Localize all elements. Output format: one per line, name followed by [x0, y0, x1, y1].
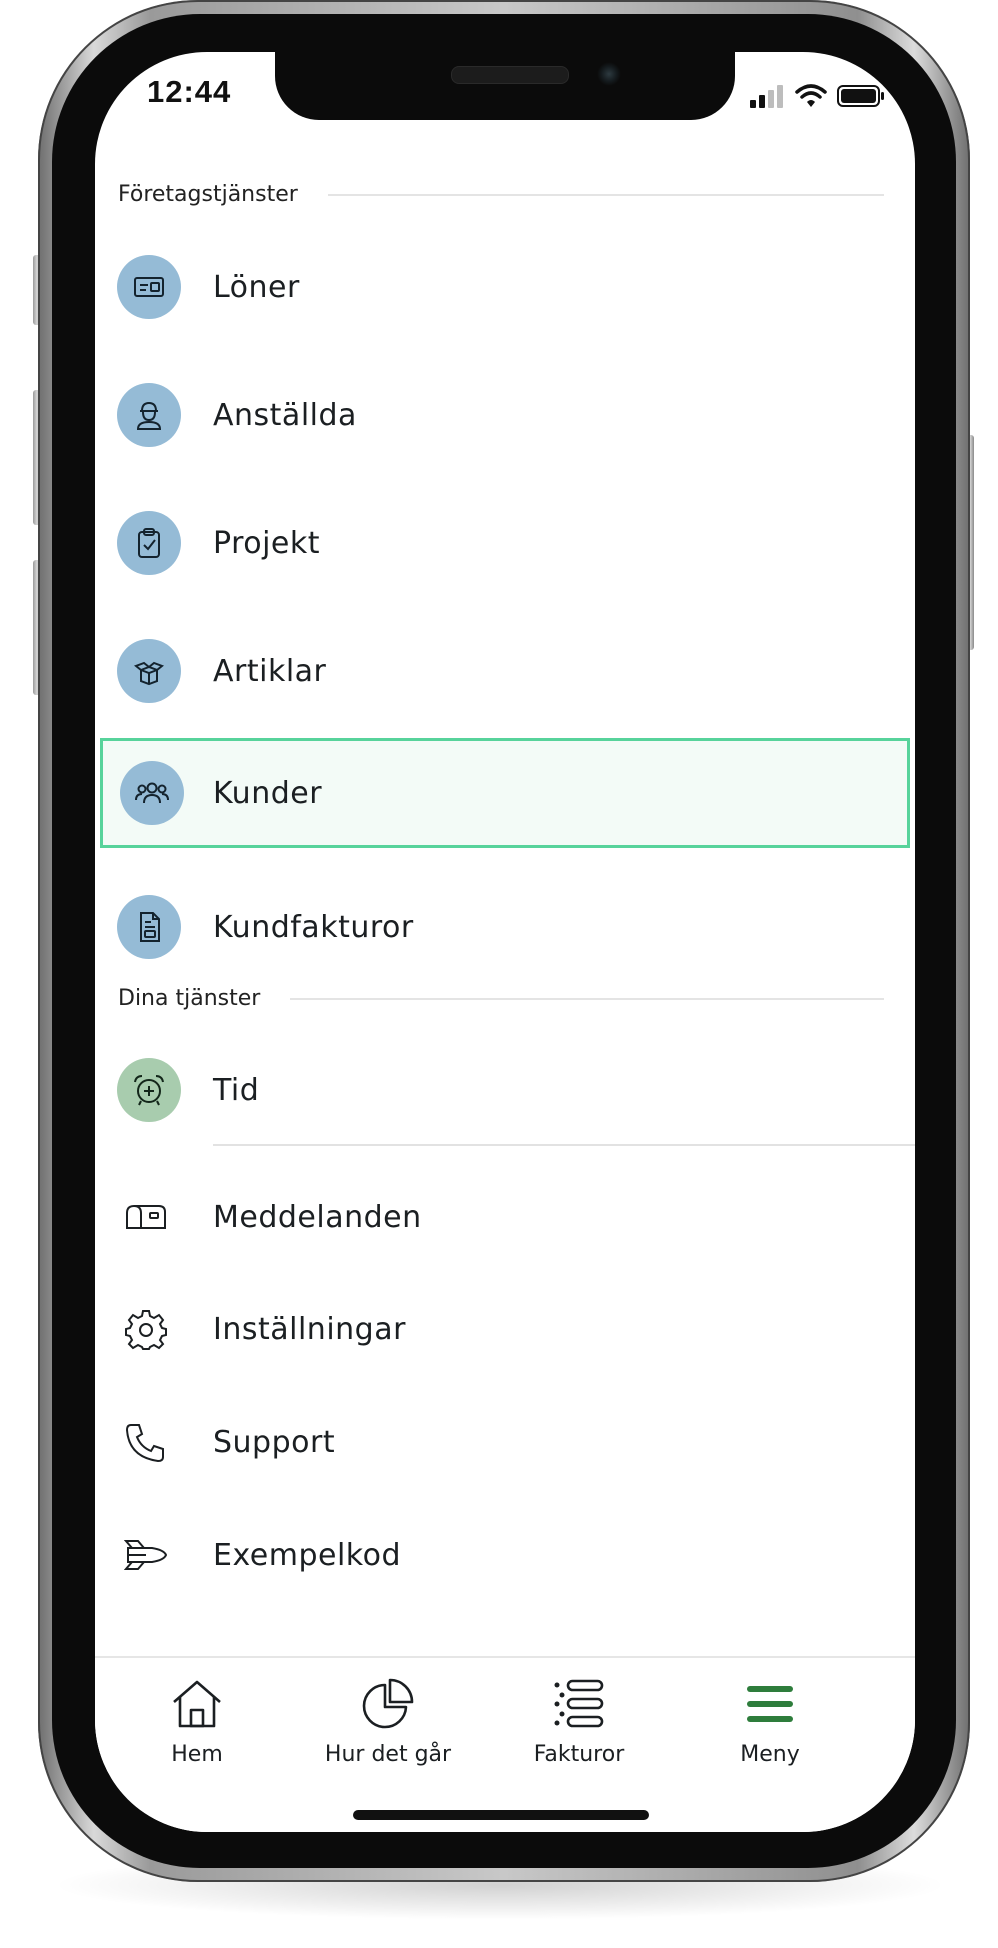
menu-divider — [213, 1144, 915, 1146]
list-icon — [554, 1679, 604, 1728]
payslip-icon — [117, 255, 181, 319]
menu-item-meddelanden[interactable]: Meddelanden — [95, 1172, 915, 1262]
signal-icon — [750, 85, 783, 108]
mailbox-icon — [123, 1194, 169, 1240]
section-header-business: Företagstjänster — [118, 182, 884, 207]
status-icons — [749, 84, 885, 108]
wifi-icon — [795, 84, 827, 107]
menu-item-label: Exempelkod — [213, 1537, 402, 1573]
tab-fakturor[interactable]: Fakturor — [479, 1674, 679, 1767]
tab-label: Hur det går — [324, 1742, 452, 1767]
menu-item-label: Kunder — [213, 775, 323, 811]
tab-meny[interactable]: Meny — [670, 1674, 870, 1767]
section-rule — [290, 997, 884, 1000]
home-icon — [173, 1680, 221, 1728]
notch — [275, 52, 735, 120]
menu-item-exempelkod[interactable]: Exempelkod — [95, 1510, 915, 1600]
hamburger-menu-icon — [747, 1686, 793, 1722]
menu-item-label: Meddelanden — [213, 1199, 422, 1235]
menu-item-support[interactable]: Support — [95, 1397, 915, 1487]
menu-item-label: Löner — [213, 269, 300, 305]
menu-item-label: Projekt — [213, 525, 321, 561]
tab-hur-det-gar[interactable]: Hur det går — [288, 1674, 488, 1767]
menu-item-label: Kundfakturor — [213, 909, 414, 945]
tab-hem[interactable]: Hem — [97, 1674, 297, 1767]
menu-item-loner[interactable]: Löner — [95, 242, 915, 332]
menu-item-kunder[interactable]: Kunder — [100, 738, 910, 848]
battery-icon — [837, 85, 884, 107]
tab-label: Hem — [171, 1742, 223, 1767]
menu-item-artiklar[interactable]: Artiklar — [95, 626, 915, 716]
people-icon — [120, 761, 184, 825]
app-screen: 12:44 Företagstjänster Löner Anställda P… — [95, 52, 915, 1832]
section-title: Företagstjänster — [118, 182, 298, 207]
speaker-grille — [451, 66, 569, 84]
menu-item-label: Anställda — [213, 397, 357, 433]
menu-item-label: Tid — [213, 1072, 260, 1108]
section-title: Dina tjänster — [118, 986, 261, 1011]
menu-item-label: Support — [213, 1424, 336, 1460]
front-camera — [597, 62, 621, 86]
phone-icon — [123, 1419, 169, 1465]
gear-icon — [123, 1306, 169, 1352]
menu-item-tid[interactable]: Tid — [95, 1045, 915, 1135]
section-rule — [327, 193, 884, 196]
pie-chart-icon — [362, 1678, 414, 1729]
invoice-document-icon — [117, 895, 181, 959]
clipboard-check-icon — [117, 511, 181, 575]
status-time: 12:44 — [147, 74, 232, 109]
open-box-icon — [117, 639, 181, 703]
menu-item-projekt[interactable]: Projekt — [95, 498, 915, 588]
home-indicator[interactable] — [353, 1810, 649, 1820]
menu-item-anstallda[interactable]: Anställda — [95, 370, 915, 460]
menu-item-label: Inställningar — [213, 1311, 406, 1347]
worker-icon — [117, 383, 181, 447]
menu-item-label: Artiklar — [213, 653, 327, 689]
tab-label: Meny — [740, 1742, 800, 1767]
section-header-yours: Dina tjänster — [118, 986, 884, 1011]
shuttle-icon — [123, 1532, 169, 1578]
menu-item-installningar[interactable]: Inställningar — [95, 1284, 915, 1374]
menu-item-kundfakturor[interactable]: Kundfakturor — [95, 882, 915, 972]
tab-label: Fakturor — [533, 1742, 625, 1767]
alarm-clock-icon — [117, 1058, 181, 1122]
bottom-tab-bar: Hem Hur det går Fakturor Meny — [95, 1656, 915, 1832]
